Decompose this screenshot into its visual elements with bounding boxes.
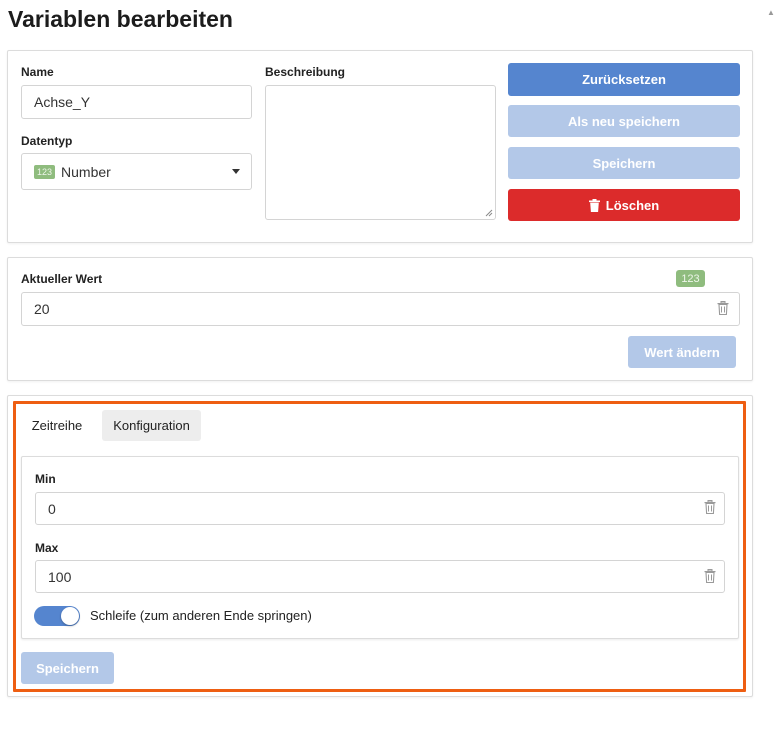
save-as-new-button[interactable]: Als neu speichern: [508, 105, 740, 137]
description-label: Beschreibung: [265, 65, 346, 79]
current-value-label: Aktueller Wert: [21, 272, 103, 286]
number-type-badge: 123: [34, 164, 56, 179]
change-value-button[interactable]: Wert ändern: [628, 336, 736, 368]
trash-icon[interactable]: [717, 301, 729, 315]
delete-button[interactable]: Löschen: [508, 189, 740, 221]
reset-button[interactable]: Zurücksetzen: [508, 63, 740, 96]
highlight-frame: [13, 401, 746, 692]
resize-grip-icon[interactable]: [485, 209, 493, 217]
datatype-label: Datentyp: [21, 134, 73, 148]
datatype-select[interactable]: 123 Number: [21, 153, 252, 190]
scroll-up-icon[interactable]: ▲: [767, 8, 775, 17]
save-button[interactable]: Speichern: [508, 147, 740, 179]
value-type-badge: 123: [676, 270, 705, 287]
delete-button-label: Löschen: [605, 197, 660, 213]
current-value-field[interactable]: 20: [21, 292, 740, 326]
trash-icon: [588, 198, 600, 212]
page-title: Variablen bearbeiten: [8, 6, 233, 32]
current-value-field-value: 20: [34, 301, 50, 317]
datatype-select-value: Number: [61, 163, 111, 180]
description-textarea[interactable]: [265, 85, 496, 220]
chevron-down-icon[interactable]: [232, 169, 240, 174]
name-field[interactable]: Achse_Y: [21, 85, 252, 119]
name-label: Name: [21, 65, 54, 79]
name-field-value: Achse_Y: [34, 94, 91, 110]
